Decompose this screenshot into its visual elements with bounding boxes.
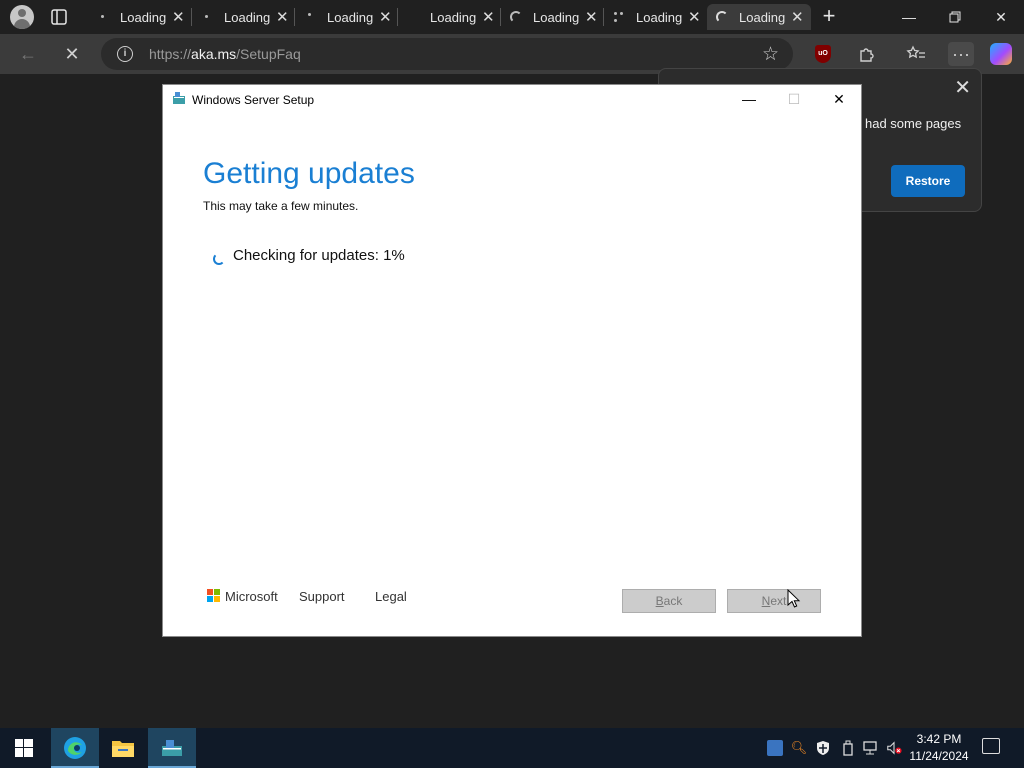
copilot-icon[interactable] <box>990 43 1012 65</box>
setup-titlebar[interactable]: Windows Server Setup — ☐ ✕ <box>163 85 861 115</box>
next-button[interactable]: Next <box>727 589 821 613</box>
browser-tab[interactable]: Loading ✕ <box>295 4 399 30</box>
tab-loading-icon <box>200 10 214 24</box>
address-bar[interactable]: i https://aka.ms/SetupFaq ☆ <box>101 38 793 70</box>
legal-link[interactable]: Legal <box>375 589 407 604</box>
back-arrow-icon[interactable]: ← <box>16 42 40 66</box>
page-subtitle: This may take a few minutes. <box>203 199 359 213</box>
setup-close-icon[interactable]: ✕ <box>827 89 851 109</box>
setup-app-icon <box>173 92 185 104</box>
popup-close-icon[interactable]: ✕ <box>954 75 971 100</box>
tab-close-icon[interactable]: ✕ <box>686 9 702 26</box>
tab-title: Loading <box>533 9 580 25</box>
search-tray-icon[interactable]: 🔍︎ <box>791 740 808 756</box>
setup-window-title: Windows Server Setup <box>192 93 315 107</box>
network-icon[interactable] <box>862 740 878 756</box>
site-info-icon[interactable]: i <box>117 46 133 62</box>
tab-title: Loading <box>327 9 374 25</box>
tab-loading-icon <box>715 10 729 24</box>
edge-icon[interactable] <box>51 728 99 768</box>
tab-title: Loading <box>430 9 477 25</box>
security-shield-icon[interactable] <box>815 740 831 756</box>
removable-device-icon[interactable] <box>840 740 856 756</box>
browser-tab[interactable]: Loading ✕ <box>88 4 192 30</box>
action-center-icon[interactable] <box>982 738 1000 754</box>
browser-tab-strip: Loading ✕ Loading ✕ Loading ✕ Loading ✕ … <box>0 0 1024 34</box>
tab-title: Loading <box>739 9 786 25</box>
clock-time: 3:42 PM <box>916 732 962 746</box>
tab-close-icon[interactable]: ✕ <box>274 9 290 26</box>
microsoft-logo-icon <box>207 589 221 603</box>
browser-tab[interactable]: Loading ✕ <box>604 4 708 30</box>
browser-tab[interactable]: Loading ✕ <box>192 4 296 30</box>
address-url[interactable]: https://aka.ms/SetupFaq <box>149 46 301 62</box>
more-options-icon[interactable]: ··· <box>948 42 974 66</box>
back-button[interactable]: Back <box>622 589 716 613</box>
restore-message: had some pages <box>865 116 962 131</box>
start-icon[interactable] <box>0 728 48 768</box>
windows-server-setup-window: Windows Server Setup — ☐ ✕ Getting updat… <box>162 84 862 637</box>
tab-close-icon[interactable]: ✕ <box>170 9 186 26</box>
setup-minimize-icon[interactable]: — <box>737 89 761 109</box>
file-explorer-icon[interactable] <box>99 728 147 768</box>
windows-setup-icon[interactable] <box>148 728 196 768</box>
stop-loading-icon[interactable]: ✕ <box>60 42 84 66</box>
tab-loading-icon <box>96 10 110 24</box>
tab-loading-icon <box>406 10 420 24</box>
favorite-star-icon[interactable]: ☆ <box>762 43 779 66</box>
ublock-origin-icon[interactable]: uO <box>815 45 831 63</box>
tab-title: Loading <box>120 9 167 25</box>
volume-muted-icon[interactable] <box>886 740 902 756</box>
new-tab-plus-icon[interactable]: + <box>818 5 840 28</box>
browser-restore-icon[interactable] <box>932 0 978 34</box>
browser-minimize-icon[interactable]: — <box>886 0 932 34</box>
restore-button[interactable]: Restore <box>891 165 965 197</box>
tab-loading-icon <box>612 10 626 24</box>
favorites-icon[interactable] <box>904 42 928 66</box>
tab-close-icon[interactable]: ✕ <box>377 9 393 26</box>
taskbar-clock[interactable]: 3:42 PM 11/24/2024 <box>908 731 970 765</box>
setup-maximize-icon: ☐ <box>787 90 801 107</box>
progress-spinner-icon <box>213 253 225 265</box>
browser-tab[interactable]: Loading ✕ <box>501 4 605 30</box>
tab-close-icon[interactable]: ✕ <box>480 9 496 26</box>
microsoft-brand-text: Microsoft <box>225 589 278 604</box>
clock-date: 11/24/2024 <box>909 749 969 763</box>
windows-taskbar: 🔍︎ 3:42 PM 11/24/2024 <box>0 728 1024 768</box>
mouse-cursor-icon <box>787 589 801 608</box>
tab-title: Loading <box>224 9 271 25</box>
browser-tab[interactable]: Loading ✕ <box>398 4 502 30</box>
tab-loading-icon <box>509 10 523 24</box>
update-status-text: Checking for updates: 1% <box>233 247 405 264</box>
tab-loading-icon <box>303 10 317 24</box>
tab-actions-icon[interactable] <box>50 8 68 26</box>
browser-tab-active[interactable]: Loading ✕ <box>707 4 811 30</box>
tab-close-icon[interactable]: ✕ <box>789 9 805 26</box>
browser-close-icon[interactable]: ✕ <box>978 0 1024 34</box>
extensions-icon[interactable] <box>855 42 879 66</box>
support-link[interactable]: Support <box>299 589 345 604</box>
tab-close-icon[interactable]: ✕ <box>583 9 599 26</box>
profile-avatar-icon[interactable] <box>10 5 34 29</box>
tab-title: Loading <box>636 9 683 25</box>
server-manager-tray-icon[interactable] <box>767 740 783 756</box>
page-title: Getting updates <box>203 157 415 190</box>
